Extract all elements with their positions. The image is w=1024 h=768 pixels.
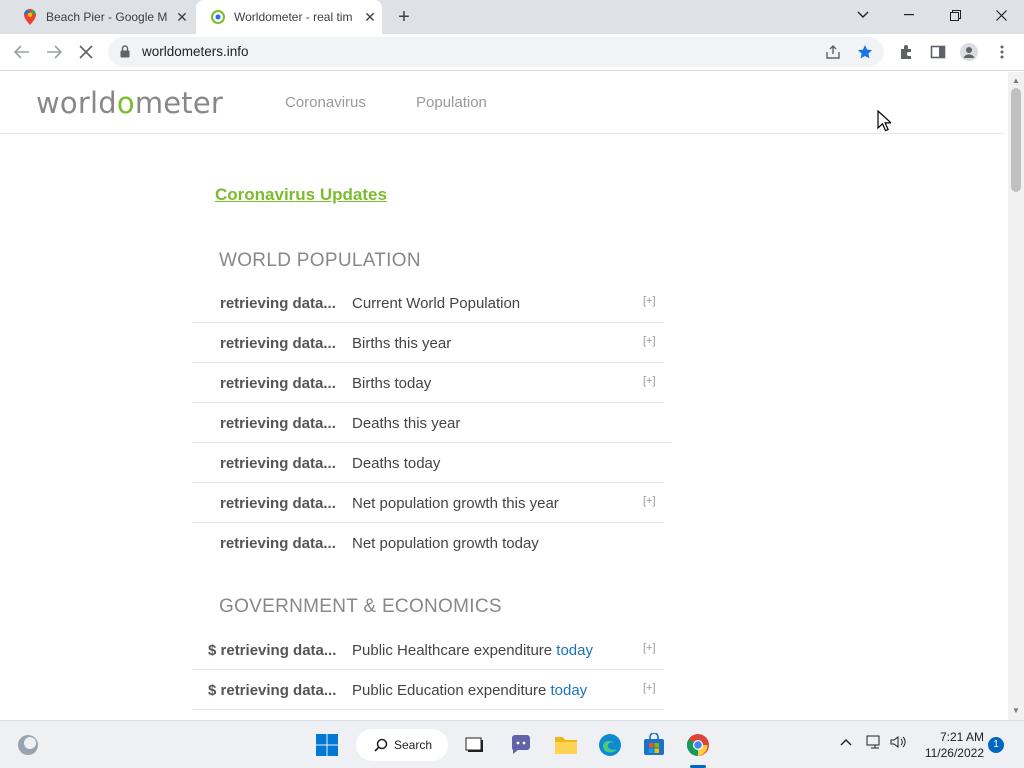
close-tab-icon[interactable]: ✕ <box>362 9 378 25</box>
scroll-down-icon[interactable]: ▼ <box>1012 706 1020 715</box>
stat-label: Births today <box>352 375 432 392</box>
scroll-up-icon[interactable]: ▲ <box>1012 76 1020 85</box>
back-icon[interactable] <box>10 40 34 64</box>
show-hidden-icons-icon[interactable] <box>840 735 852 749</box>
expand-toggle[interactable]: [+] <box>643 642 656 654</box>
widgets-icon[interactable] <box>14 731 42 759</box>
tab-google-maps[interactable]: Beach Pier - Google Ma ✕ <box>8 0 196 34</box>
stat-row: retrieving data... Net population growth… <box>193 523 663 563</box>
minimize-icon[interactable] <box>886 0 932 30</box>
scroll-thumb[interactable] <box>1011 88 1021 192</box>
nav-population[interactable]: Population <box>416 94 487 111</box>
url-text: worldometers.info <box>142 44 249 59</box>
new-tab-button[interactable]: + <box>394 7 414 27</box>
close-window-icon[interactable] <box>978 0 1024 30</box>
search-icon <box>374 738 388 752</box>
stat-value: retrieving data... <box>220 335 336 352</box>
today-link[interactable]: today <box>556 642 593 659</box>
stat-value: retrieving data... <box>220 495 336 512</box>
expand-toggle[interactable]: [+] <box>643 335 656 347</box>
stat-label: Public Healthcare expenditure today <box>352 642 593 659</box>
clock-date: 11/26/2022 <box>924 746 984 760</box>
restore-icon[interactable] <box>932 0 978 30</box>
stat-value: retrieving data... <box>220 295 336 312</box>
section-title-world-population: WORLD POPULATION <box>219 250 421 271</box>
stat-row: retrieving data... Deaths this year <box>193 403 671 443</box>
menu-icon[interactable] <box>993 43 1011 61</box>
stat-row: retrieving data... Current World Populat… <box>193 283 663 323</box>
stat-label: Public Education expenditure today <box>352 682 588 699</box>
stat-label: Current World Population <box>352 295 521 312</box>
stat-label: Deaths today <box>352 455 441 472</box>
coronavirus-updates-link[interactable]: Coronavirus Updates <box>215 185 387 205</box>
google-maps-icon <box>22 9 38 25</box>
clock[interactable]: 7:21 AM 11/26/2022 <box>914 729 984 761</box>
worldometer-icon <box>210 9 226 25</box>
microsoft-store-icon[interactable] <box>640 731 668 759</box>
profile-icon[interactable] <box>960 43 978 61</box>
tab-title: Worldometer - real tim <box>234 10 353 24</box>
address-bar[interactable]: worldometers.info <box>108 37 884 67</box>
teams-chat-icon[interactable] <box>507 731 535 759</box>
tab-worldometer[interactable]: Worldometer - real tim ✕ <box>196 0 382 34</box>
stat-value: retrieving data... <box>220 415 336 432</box>
site-header: worldometer Coronavirus Population <box>0 72 1004 134</box>
stat-value: $ retrieving data... <box>208 682 337 699</box>
stat-label: Births this year <box>352 335 452 352</box>
browser-toolbar: worldometers.info <box>0 34 1024 71</box>
stat-value: $ retrieving data... <box>208 642 337 659</box>
chrome-icon[interactable] <box>684 731 712 759</box>
stat-value: retrieving data... <box>220 375 336 392</box>
worldometer-logo[interactable]: worldometer <box>36 86 223 120</box>
stat-label: Deaths this year <box>352 415 461 432</box>
stat-row: $ retrieving data... Public Education ex… <box>193 670 663 710</box>
page-scrollbar[interactable]: ▲ ▼ <box>1008 72 1024 720</box>
expand-toggle[interactable]: [+] <box>643 682 656 694</box>
expand-toggle[interactable]: [+] <box>643 495 656 507</box>
edge-icon[interactable] <box>596 731 624 759</box>
volume-icon[interactable] <box>890 735 908 752</box>
task-view-icon[interactable] <box>461 731 489 759</box>
lock-icon <box>120 45 130 58</box>
stat-label: Net population growth today <box>352 535 539 552</box>
close-tab-icon[interactable]: ✕ <box>174 9 190 25</box>
mouse-cursor-icon <box>877 110 891 132</box>
tab-search-icon[interactable] <box>840 0 886 30</box>
stat-row: retrieving data... Net population growth… <box>193 483 663 523</box>
stop-loading-icon[interactable] <box>74 40 98 64</box>
extensions-icon[interactable] <box>897 43 915 61</box>
stat-row: retrieving data... Births today [+] <box>193 363 663 403</box>
start-icon[interactable] <box>313 731 341 759</box>
share-icon[interactable] <box>824 43 842 61</box>
side-panel-icon[interactable] <box>929 43 947 61</box>
section-title-government-economics: GOVERNMENT & ECONOMICS <box>219 596 502 617</box>
stat-row: retrieving data... Births this year [+] <box>193 323 663 363</box>
forward-icon[interactable] <box>42 40 66 64</box>
bookmark-star-icon[interactable] <box>856 43 874 61</box>
expand-toggle[interactable]: [+] <box>643 375 656 387</box>
clock-time: 7:21 AM <box>939 730 984 744</box>
stat-value: retrieving data... <box>220 535 336 552</box>
notification-badge[interactable]: 1 <box>988 737 1004 753</box>
tab-strip: Beach Pier - Google Ma ✕ Worldometer - r… <box>0 0 1024 34</box>
today-link[interactable]: today <box>550 682 587 699</box>
network-icon[interactable] <box>866 735 882 752</box>
expand-toggle[interactable]: [+] <box>643 295 656 307</box>
web-page: worldometer Coronavirus Population Coron… <box>0 72 1008 720</box>
taskbar: Search 7:21 AM 11/26/2022 1 <box>0 720 1024 768</box>
stat-value: retrieving data... <box>220 455 336 472</box>
stat-label: Net population growth this year <box>352 495 559 512</box>
file-explorer-icon[interactable] <box>552 731 580 759</box>
stat-row: $ retrieving data... Public Healthcare e… <box>193 630 663 670</box>
taskbar-search[interactable]: Search <box>356 729 448 761</box>
stat-row: retrieving data... Deaths today <box>193 443 663 483</box>
search-label: Search <box>394 738 433 752</box>
tab-title: Beach Pier - Google Ma <box>46 10 168 24</box>
nav-coronavirus[interactable]: Coronavirus <box>285 94 366 111</box>
